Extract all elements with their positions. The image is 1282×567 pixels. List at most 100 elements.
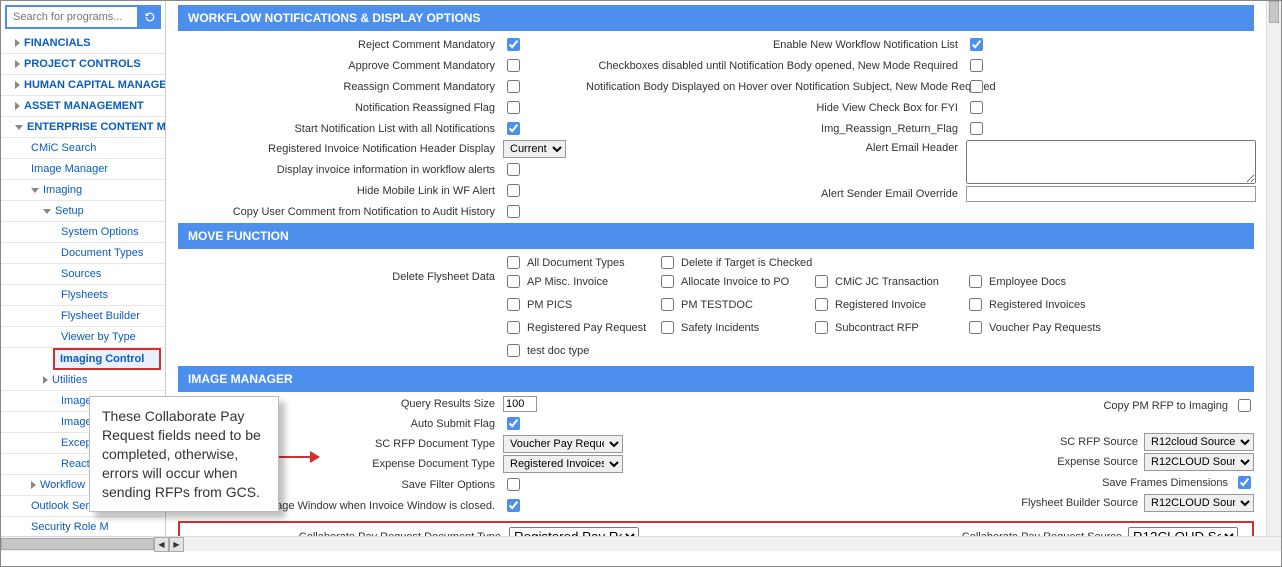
label-delete-flysheet: Delete Flysheet Data (178, 253, 503, 360)
chk-move-4[interactable] (507, 298, 520, 311)
label-move-3: Employee Docs (989, 276, 1066, 288)
section-workflow-header: WORKFLOW NOTIFICATIONS & DISPLAY OPTIONS (178, 5, 1254, 31)
chk-move-8[interactable] (507, 321, 520, 334)
label-move-12: test doc type (527, 345, 589, 357)
input-alert-sender-override[interactable] (966, 186, 1256, 202)
nav-system-options[interactable]: System Options (1, 222, 165, 243)
chk-move-11[interactable] (969, 321, 982, 334)
label-checkboxes-disabled: Checkboxes disabled until Notification B… (586, 60, 966, 72)
chk-reassign-comment[interactable] (507, 80, 520, 93)
label-start-notif-list: Start Notification List with all Notific… (178, 123, 503, 135)
select-expense-doc[interactable]: Registered Invoices (503, 455, 623, 473)
chk-move-9[interactable] (661, 321, 674, 334)
chk-move-5[interactable] (661, 298, 674, 311)
label-save-frames: Save Frames Dimensions (1102, 477, 1234, 489)
chk-move-3[interactable] (969, 275, 982, 288)
select-collab-source[interactable]: R12CLOUD Source (1128, 527, 1238, 536)
chk-move-6[interactable] (815, 298, 828, 311)
nav-asset-mgmt[interactable]: ASSET MANAGEMENT (1, 96, 165, 117)
label-delete-if-target: Delete if Target is Checked (681, 257, 812, 269)
chk-checkboxes-disabled[interactable] (970, 59, 983, 72)
select-sc-rfp-source[interactable]: R12cloud Source (1144, 433, 1254, 451)
label-enable-new-wf: Enable New Workflow Notification List (586, 39, 966, 51)
label-reg-invoice-header: Registered Invoice Notification Header D… (178, 143, 503, 155)
nav-setup[interactable]: Setup (1, 201, 165, 222)
label-move-4: PM PICS (527, 299, 572, 311)
label-move-5: PM TESTDOC (681, 299, 753, 311)
chk-approve-comment[interactable] (507, 59, 520, 72)
select-expense-source[interactable]: R12CLOUD Source (1144, 453, 1254, 471)
input-query-size[interactable] (503, 396, 537, 412)
chk-close-image-window[interactable] (507, 499, 520, 512)
chk-move-10[interactable] (815, 321, 828, 334)
select-reg-invoice-header[interactable]: Current (503, 140, 566, 158)
nav-security-role[interactable]: Security Role M (1, 517, 165, 536)
nav-imaging[interactable]: Imaging (1, 180, 165, 201)
chk-enable-new-wf[interactable] (970, 38, 983, 51)
chk-img-reassign[interactable] (970, 122, 983, 135)
nav-document-types[interactable]: Document Types (1, 243, 165, 264)
chk-move-7[interactable] (969, 298, 982, 311)
label-alert-email-header: Alert Email Header (586, 140, 966, 154)
label-move-8: Registered Pay Request (527, 322, 646, 334)
label-move-10: Subcontract RFP (835, 322, 919, 334)
nav-financials[interactable]: FINANCIALS (1, 33, 165, 54)
section-move-header: MOVE FUNCTION (178, 223, 1254, 249)
label-alert-sender-override: Alert Sender Email Override (586, 188, 966, 200)
label-move-11: Voucher Pay Requests (989, 322, 1101, 334)
nav-flysheets[interactable]: Flysheets (1, 285, 165, 306)
chk-move-2[interactable] (815, 275, 828, 288)
chk-display-invoice-info[interactable] (507, 163, 520, 176)
label-move-1: Allocate Invoice to PO (681, 276, 789, 288)
nav-project-controls[interactable]: PROJECT CONTROLS (1, 54, 165, 75)
label-display-invoice-info: Display invoice information in workflow … (178, 164, 503, 176)
nav-image-manager[interactable]: Image Manager (1, 159, 165, 180)
refresh-button[interactable] (139, 5, 161, 29)
chk-reject-comment[interactable] (507, 38, 520, 51)
label-move-0: AP Misc. Invoice (527, 276, 608, 288)
scroll-left-icon[interactable]: ◀ (154, 537, 169, 552)
chk-copy-user-comment[interactable] (507, 205, 520, 218)
chk-copy-pm-rfp[interactable] (1238, 399, 1251, 412)
chk-hide-view-fyi[interactable] (970, 101, 983, 114)
label-move-9: Safety Incidents (681, 322, 759, 334)
chk-save-filter[interactable] (507, 478, 520, 491)
chk-hide-mobile[interactable] (507, 184, 520, 197)
label-notif-reassigned: Notification Reassigned Flag (178, 102, 503, 114)
label-reassign-comment: Reassign Comment Mandatory (178, 81, 503, 93)
collab-highlight-box: Collaborate Pay Request Document Type Re… (178, 521, 1254, 536)
nav-imaging-control[interactable]: Imaging Control (53, 348, 161, 370)
chk-notif-reassigned[interactable] (507, 101, 520, 114)
select-collab-doc-type[interactable]: Registered Pay Request (509, 527, 639, 536)
nav-sources[interactable]: Sources (1, 264, 165, 285)
nav-flysheet-builder[interactable]: Flysheet Builder (1, 306, 165, 327)
nav-utilities[interactable]: Utilities (1, 370, 165, 391)
select-sc-rfp-doc[interactable]: Voucher Pay Requests (503, 435, 623, 453)
chk-move-12[interactable] (507, 344, 520, 357)
nav-cmic-search[interactable]: CMiC Search (1, 138, 165, 159)
chk-auto-submit[interactable] (507, 417, 520, 430)
scroll-right-icon[interactable]: ▶ (169, 537, 184, 552)
callout-arrow-icon (279, 456, 319, 458)
label-flysheet-builder-src: Flysheet Builder Source (1021, 497, 1144, 509)
textarea-alert-email-header[interactable] (966, 140, 1256, 184)
label-move-2: CMiC JC Transaction (835, 276, 939, 288)
nav-ecm[interactable]: ENTERPRISE CONTENT MANAGEMENT (1, 117, 165, 138)
nav-viewer-by-type[interactable]: Viewer by Type (1, 327, 165, 348)
chk-all-doc-types[interactable] (507, 256, 520, 269)
nav-hcm[interactable]: HUMAN CAPITAL MANAGEMENT (1, 75, 165, 96)
bottom-scrollbar[interactable]: ◀ ▶ (1, 536, 1281, 551)
select-flysheet-builder-src[interactable]: R12CLOUD Source (1144, 494, 1254, 512)
label-approve-comment: Approve Comment Mandatory (178, 60, 503, 72)
chk-save-frames[interactable] (1238, 476, 1251, 489)
label-img-reassign: Img_Reassign_Return_Flag (586, 123, 966, 135)
search-input[interactable] (5, 5, 139, 29)
label-all-doc-types: All Document Types (527, 257, 625, 269)
chk-start-notif-list[interactable] (507, 122, 520, 135)
callout-note: These Collaborate Pay Request fields nee… (89, 396, 279, 512)
chk-delete-if-target[interactable] (661, 256, 674, 269)
chk-move-1[interactable] (661, 275, 674, 288)
right-scrollbar[interactable] (1266, 1, 1281, 536)
chk-move-0[interactable] (507, 275, 520, 288)
chk-body-on-hover[interactable] (970, 80, 983, 93)
